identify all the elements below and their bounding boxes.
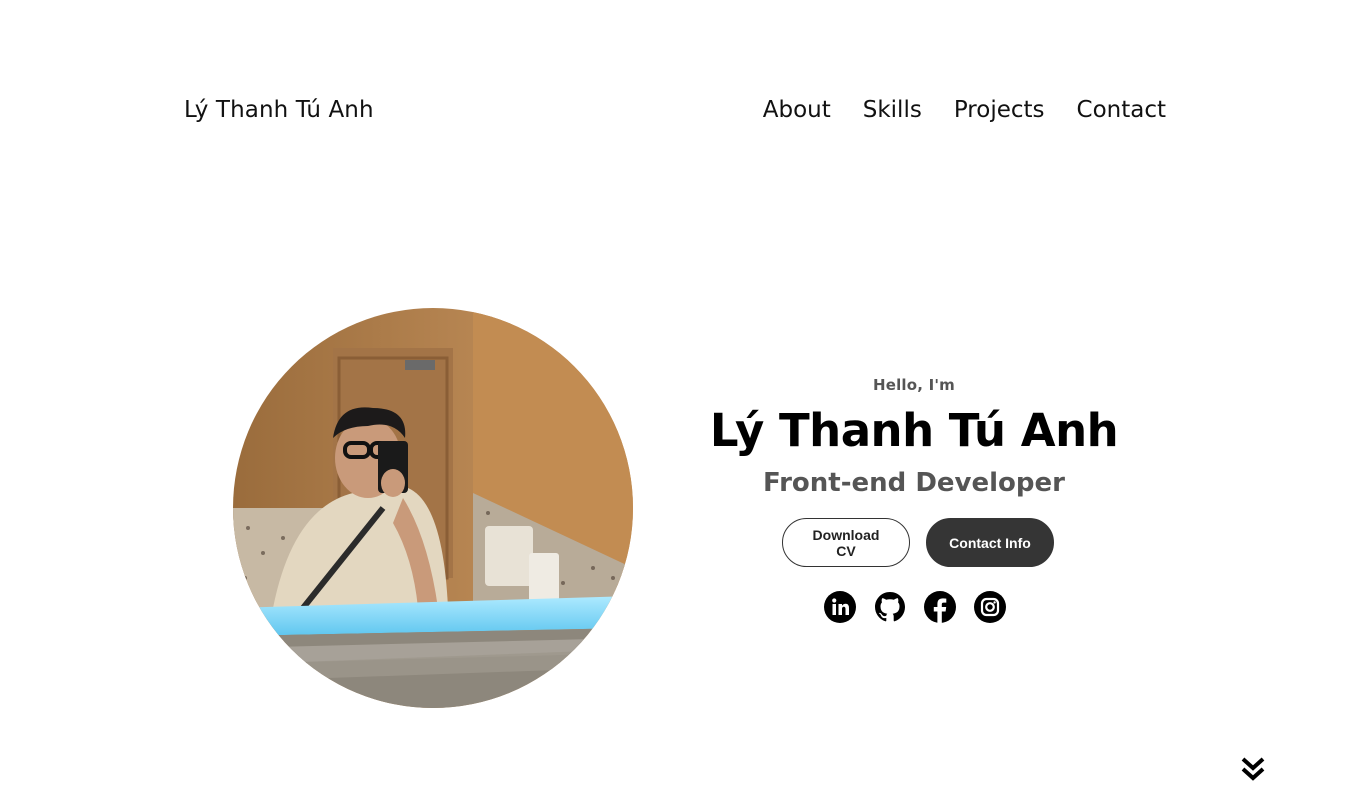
double-chevron-down-icon[interactable] [1240,756,1266,782]
profile-photo [233,308,633,708]
nav-item-contact: Contact [1077,97,1166,123]
social-links [700,591,1128,623]
hero-name: Lý Thanh Tú Anh [709,404,1119,457]
nav-menu: About Skills Projects Contact [763,97,1166,123]
hero-greeting: Hello, I'm [872,376,956,394]
site-header: Lý Thanh Tú Anh About Skills Projects Co… [184,90,1166,130]
linkedin-icon[interactable] [824,591,856,623]
hero-role: Front-end Developer [763,468,1065,498]
github-icon[interactable] [874,591,906,623]
facebook-icon[interactable] [924,591,956,623]
nav-link-projects[interactable]: Projects [954,97,1045,123]
instagram-icon[interactable] [974,591,1006,623]
hero-section: Hello, I'm Lý Thanh Tú Anh Front-end Dev… [700,376,1128,623]
site-logo[interactable]: Lý Thanh Tú Anh [184,97,374,123]
contact-info-button[interactable]: Contact Info [926,518,1054,567]
nav-item-skills: Skills [863,97,922,123]
nav-link-contact[interactable]: Contact [1077,97,1166,123]
hero-buttons: Download CV Contact Info [700,518,1128,567]
nav-link-skills[interactable]: Skills [863,97,922,123]
nav-item-about: About [763,97,831,123]
nav-link-about[interactable]: About [763,97,831,123]
portfolio-page: Lý Thanh Tú Anh About Skills Projects Co… [0,0,1346,805]
download-cv-button[interactable]: Download CV [782,518,910,567]
nav-item-projects: Projects [954,97,1045,123]
